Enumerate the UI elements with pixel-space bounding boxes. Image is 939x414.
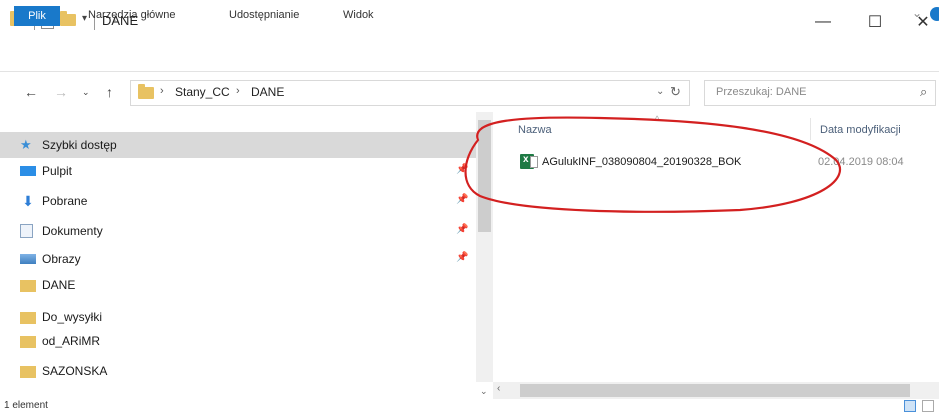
breadcrumb-separator[interactable]: › [236,85,240,97]
sort-ascending-icon: ^ [655,114,660,124]
folder-icon [20,312,36,324]
sidebar-item-pobrane[interactable]: ⬇ Pobrane 📌 [0,188,476,214]
forward-arrow-icon[interactable]: → [54,84,68,100]
sidebar-item-do-wysylki[interactable]: Do_wysyłki [0,304,476,330]
maximize-button[interactable]: ☐ [852,6,898,38]
recent-locations-chevron-icon[interactable]: ⌄ [82,87,90,98]
tab-plik[interactable]: Plik [14,6,60,26]
details-view-icon[interactable] [904,400,916,412]
star-icon: ★ [20,137,32,152]
sidebar-item-pulpit[interactable]: Pulpit 📌 [0,158,476,184]
scroll-down-chevron-icon[interactable]: ⌄ [480,386,488,397]
sidebar-item-label: Pulpit [42,164,73,178]
sidebar-item-od-arimr[interactable]: od_ARiMR [0,328,476,354]
ribbon-tabs [0,44,939,72]
scroll-left-chevron-icon[interactable]: ‹ [497,383,500,394]
horizontal-scrollbar-thumb[interactable] [520,384,910,397]
help-icon[interactable] [930,7,939,21]
download-icon: ⬇ [22,193,34,209]
pin-icon[interactable]: 📌 [456,252,468,263]
navigation-scrollbar-thumb[interactable] [478,120,491,232]
file-name[interactable]: AGulukINF_038090804_20190328_BOK [542,156,741,168]
pin-icon[interactable]: 📌 [456,194,468,205]
breadcrumb-stany-cc[interactable]: Stany_CC [175,85,230,99]
excel-icon [530,156,538,168]
sidebar-item-label: Obrazy [42,252,81,266]
sidebar-item-sazonska[interactable]: SAZONSKA [0,358,476,384]
expand-ribbon-chevron-icon[interactable]: ⌄ [912,6,922,20]
folder-icon [20,366,36,378]
title-bar [0,0,939,44]
large-icons-view-icon[interactable] [922,400,934,412]
sidebar-item-dane[interactable]: DANE [0,272,476,298]
breadcrumb-dane[interactable]: DANE [251,85,284,99]
pin-icon[interactable]: 📌 [456,224,468,235]
refresh-icon[interactable]: ↻ [670,84,681,100]
sidebar-item-obrazy[interactable]: Obrazy 📌 [0,246,476,272]
sidebar-item-label: DANE [42,278,76,292]
minimize-button[interactable]: — [800,6,846,38]
tab-udostepnianie[interactable]: Udostępnianie [229,9,299,21]
tab-narzedzia-glowne[interactable]: Narzędzia główne [88,9,175,21]
back-arrow-icon[interactable]: ← [24,84,38,100]
column-header-name[interactable]: Nazwa [518,124,552,136]
column-divider[interactable] [810,118,811,140]
sidebar-item-label: Do_wysyłki [42,310,103,324]
search-icon[interactable]: ⌕ [920,84,927,100]
address-history-chevron-icon[interactable]: ⌄ [656,86,664,97]
file-modified-date: 02.04.2019 08:04 [818,156,904,168]
sidebar-item-label: SAZONSKA [42,364,108,378]
tab-widok[interactable]: Widok [343,9,374,21]
customize-toolbar-chevron-icon[interactable]: ▾ [82,13,87,29]
sidebar-item-label: Szybki dostęp [42,138,117,152]
sidebar-item-label: od_ARiMR [42,334,101,348]
new-folder-icon[interactable] [60,11,76,30]
folder-icon [20,280,36,292]
sidebar-item-label: Pobrane [42,194,88,208]
documents-icon [20,224,33,238]
column-header-modified[interactable]: Data modyfikacji [820,124,901,136]
up-arrow-icon[interactable]: ↑ [106,84,113,100]
sidebar-item-szybki-dostep[interactable]: ★ Szybki dostęp [0,132,476,158]
pin-icon[interactable]: 📌 [456,164,468,175]
sidebar-item-label: Dokumenty [42,224,103,238]
status-bar [0,399,939,414]
item-count: 1 element [4,400,48,411]
desktop-icon [20,166,36,176]
folder-icon [20,336,36,348]
pictures-icon [20,254,36,264]
folder-icon [138,84,154,99]
breadcrumb-separator[interactable]: › [160,85,164,97]
sidebar-item-dokumenty[interactable]: Dokumenty 📌 [0,218,476,244]
search-placeholder: Przeszukaj: DANE [716,86,807,98]
